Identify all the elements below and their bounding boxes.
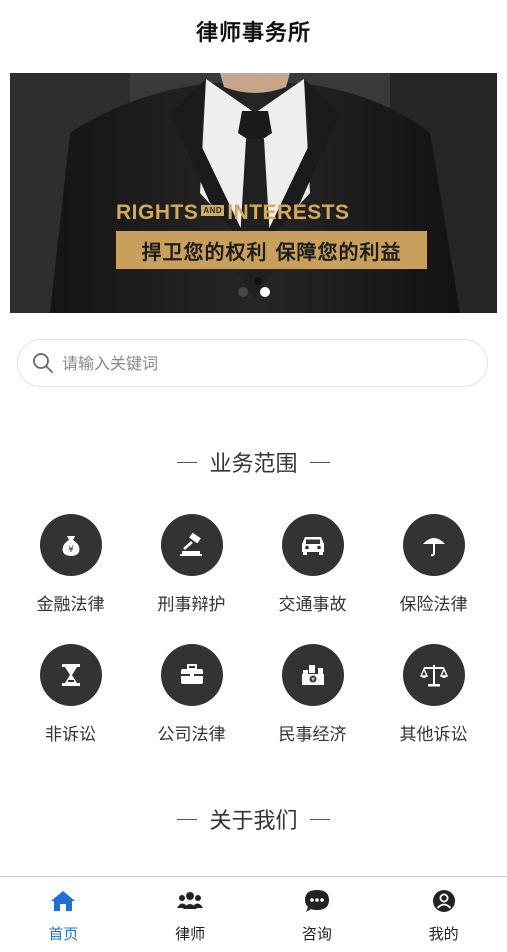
service-label: 民事经济 bbox=[278, 725, 347, 745]
service-item-criminal[interactable]: 刑事辩护 bbox=[131, 514, 252, 615]
service-item-traffic[interactable]: 交通事故 bbox=[252, 514, 373, 615]
tab-label: 律师 bbox=[175, 925, 206, 943]
title-dash-left bbox=[177, 461, 198, 463]
service-item-insurance[interactable]: 保险法律 bbox=[373, 514, 494, 615]
search-input[interactable] bbox=[60, 352, 444, 374]
tab-label: 咨询 bbox=[301, 925, 332, 943]
services-title-text: 业务范围 bbox=[209, 452, 298, 477]
carousel-dot[interactable] bbox=[237, 287, 248, 297]
svg-text:¥: ¥ bbox=[311, 676, 315, 683]
umbrella-icon bbox=[402, 514, 465, 576]
home-icon bbox=[49, 887, 77, 915]
bottom-tab-bar: 首页 律师 咨询 我的 bbox=[0, 876, 507, 952]
finance-building-icon: ¥ bbox=[281, 644, 344, 706]
service-item-corporate[interactable]: 公司法律 bbox=[131, 644, 252, 745]
tab-profile[interactable]: 我的 bbox=[380, 877, 507, 952]
service-label: 其他诉讼 bbox=[399, 725, 468, 745]
about-title-text: 关于我们 bbox=[209, 809, 298, 834]
tab-home[interactable]: 首页 bbox=[0, 877, 127, 952]
service-label: 交通事故 bbox=[278, 595, 347, 615]
tab-label: 我的 bbox=[428, 925, 459, 943]
page-title: 律师事务所 bbox=[195, 21, 311, 46]
banner-carousel[interactable]: RIGHTS AND INTERESTS 捍卫您的权利 保障您的利益 bbox=[10, 73, 497, 313]
carousel-indicator bbox=[10, 287, 497, 297]
banner-tagline-en: RIGHTS AND INTERESTS bbox=[116, 201, 350, 225]
service-item-civil-economic[interactable]: ¥ 民事经济 bbox=[252, 644, 373, 745]
title-dash-left bbox=[177, 818, 198, 820]
service-item-other-litigation[interactable]: 其他诉讼 bbox=[373, 644, 494, 745]
search-bar[interactable] bbox=[17, 339, 488, 387]
service-label: 金融法律 bbox=[36, 595, 105, 615]
service-item-non-litigation[interactable]: 非诉讼 bbox=[10, 644, 131, 745]
search-icon bbox=[32, 352, 54, 374]
banner-tagline-and: AND bbox=[201, 204, 225, 216]
briefcase-icon bbox=[160, 644, 223, 706]
carousel-dot-active[interactable] bbox=[259, 287, 270, 297]
chat-icon bbox=[303, 887, 331, 915]
service-item-finance[interactable]: ¥ 金融法律 bbox=[10, 514, 131, 615]
service-label: 保险法律 bbox=[399, 595, 468, 615]
tab-lawyers[interactable]: 律师 bbox=[127, 877, 254, 952]
about-section-title: 关于我们 bbox=[0, 803, 507, 835]
user-icon bbox=[430, 887, 458, 915]
app-header: 律师事务所 bbox=[0, 0, 507, 62]
scales-icon bbox=[402, 644, 465, 706]
people-icon bbox=[176, 887, 204, 915]
hourglass-icon bbox=[39, 644, 102, 706]
svg-text:¥: ¥ bbox=[68, 545, 74, 555]
banner-tagline-interests: INTERESTS bbox=[227, 201, 350, 224]
banner-tagline-cn: 捍卫您的权利 保障您的利益 bbox=[116, 231, 427, 269]
car-icon bbox=[281, 514, 344, 576]
banner-lawyer-image bbox=[10, 73, 497, 313]
money-bag-icon: ¥ bbox=[39, 514, 102, 576]
title-dash-right bbox=[309, 818, 330, 820]
gavel-icon bbox=[160, 514, 223, 576]
services-section-title: 业务范围 bbox=[0, 446, 507, 478]
tab-label: 首页 bbox=[48, 925, 79, 943]
service-label: 公司法律 bbox=[157, 725, 226, 745]
title-dash-right bbox=[309, 461, 330, 463]
service-label: 刑事辩护 bbox=[157, 595, 226, 615]
service-label: 非诉讼 bbox=[45, 725, 96, 745]
banner-tagline-rights: RIGHTS bbox=[116, 201, 199, 224]
tab-consult[interactable]: 咨询 bbox=[254, 877, 381, 952]
